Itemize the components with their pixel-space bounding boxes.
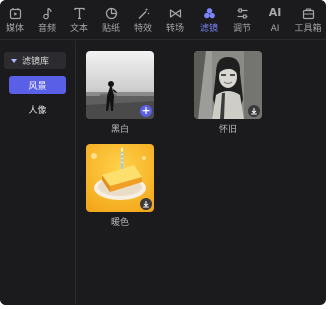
tab-filter-label: 滤镜 [199,24,218,34]
download-icon[interactable] [140,198,152,210]
category-landscape[interactable]: 风景 [9,76,66,94]
filter-category-sidebar: 滤镜库 风景 人像 [0,41,76,305]
filter-card-black-white[interactable]: + 黑白 [86,51,154,135]
tab-adjust[interactable]: 调节 [227,5,257,39]
filter-thumbnail[interactable] [86,144,154,212]
category-portrait[interactable]: 人像 [9,100,66,118]
filter-name: 黑白 [110,125,129,135]
filter-name: 怀旧 [218,125,237,135]
tab-text[interactable]: 文本 [64,5,94,39]
tab-text-label: 文本 [69,24,88,34]
tab-toolbox[interactable]: 工具箱 [293,5,323,39]
ai-icon: AI [268,6,282,19]
media-icon [7,6,23,20]
filter-library-header[interactable]: 滤镜库 [4,52,66,69]
filter-panel: 媒体 音频 文本 贴纸 特效 转场 滤镜 调节 AI AI 工具箱 滤镜库 风景… [0,0,326,305]
category-portrait-label: 人像 [28,105,47,116]
filter-thumbnail[interactable]: + [86,51,154,119]
toolbox-icon [300,6,316,20]
magic-wand-icon [135,6,151,20]
caret-down-icon [11,58,17,63]
tab-audio[interactable]: 音频 [32,5,62,39]
music-note-icon [39,6,55,20]
add-icon[interactable]: + [140,105,152,117]
filter-name: 暖色 [110,218,129,228]
tab-audio-label: 音频 [37,24,56,34]
tab-filter[interactable]: 滤镜 [194,5,224,39]
download-icon[interactable] [248,105,260,117]
filter-thumbnail[interactable] [194,51,262,119]
tab-transition-label: 转场 [165,24,184,34]
tab-toolbox-label: 工具箱 [294,24,322,34]
filter-grid: + 黑白 怀旧 暖色 [77,41,326,305]
adjust-sliders-icon [234,6,250,20]
tab-transition[interactable]: 转场 [160,5,190,39]
category-landscape-label: 风景 [28,81,47,92]
tab-effects-label: 特效 [133,24,152,34]
tab-sticker-label: 贴纸 [101,24,120,34]
text-icon [71,6,87,20]
tab-media[interactable]: 媒体 [0,5,30,39]
filter-icon [201,6,217,20]
tab-ai-label: AI [270,24,280,34]
tab-sticker[interactable]: 贴纸 [96,5,126,39]
tab-adjust-label: 调节 [232,24,251,34]
transition-icon [167,6,183,20]
sticker-icon [103,6,119,20]
filter-card-warm[interactable]: 暖色 [86,144,154,228]
tab-ai[interactable]: AI AI [260,5,290,39]
filter-library-title: 滤镜库 [22,57,50,67]
filter-card-nostalgia[interactable]: 怀旧 [194,51,262,135]
top-toolbar: 媒体 音频 文本 贴纸 特效 转场 滤镜 调节 AI AI 工具箱 [0,0,326,40]
tab-media-label: 媒体 [5,24,24,34]
tab-effects[interactable]: 特效 [128,5,158,39]
